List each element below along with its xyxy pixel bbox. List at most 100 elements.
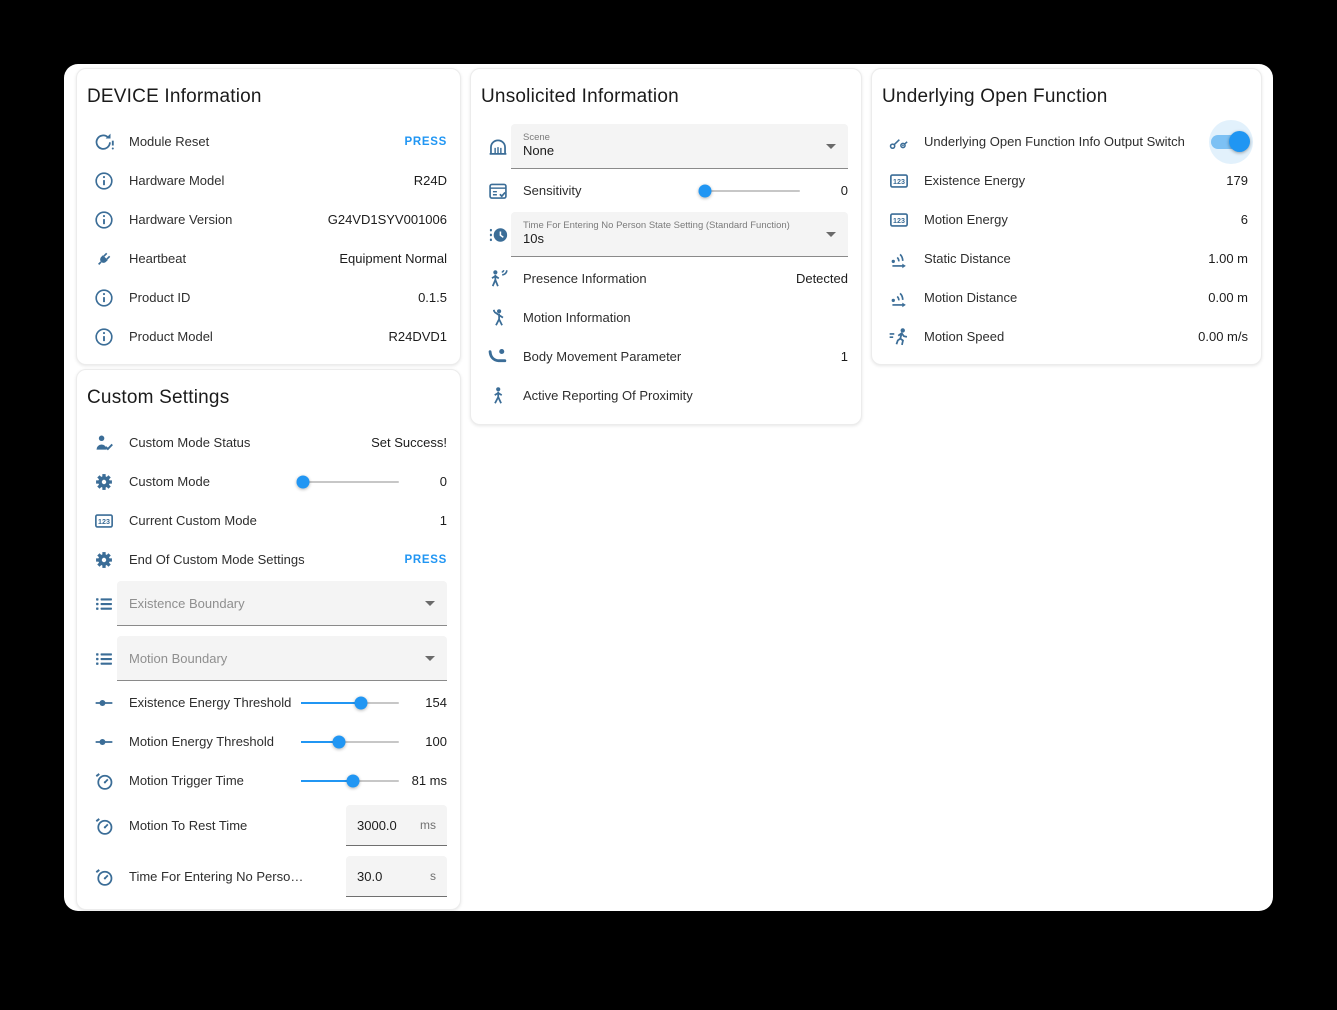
row-custom-mode: Custom Mode0	[77, 462, 460, 501]
motion-boundary-select[interactable]: Motion Boundary	[117, 636, 447, 681]
setting-label: Motion Information	[523, 310, 848, 325]
time-for-entering-no-perso-input[interactable]: 30.0s	[346, 856, 447, 897]
card-rows: Underlying Open Function Info Output Swi…	[872, 122, 1261, 356]
slider-thumb[interactable]	[296, 475, 309, 488]
row-motion-distance: Motion Distance0.00 m	[872, 278, 1261, 317]
module-reset-button[interactable]: PRESS	[405, 136, 448, 148]
setting-value: 81 ms	[399, 773, 447, 788]
dashboard-surface: DEVICE Information Module ResetPRESSHard…	[64, 64, 1273, 911]
custom-mode-slider[interactable]	[301, 474, 399, 490]
slider-thumb[interactable]	[346, 774, 359, 787]
setting-label: Motion Energy Threshold	[129, 734, 295, 749]
left-column: DEVICE Information Module ResetPRESSHard…	[76, 68, 461, 910]
setting-label: Custom Mode	[129, 474, 295, 489]
motion-icon	[487, 307, 509, 329]
input-unit: ms	[420, 818, 436, 832]
slider-track	[301, 481, 399, 483]
row-custom-mode-status: Custom Mode StatusSet Success!	[77, 423, 460, 462]
row-motion-trigger-time: Motion Trigger Time81 ms	[77, 761, 460, 800]
existence-energy-threshold-slider[interactable]	[301, 695, 399, 711]
select-field-label: Scene	[523, 132, 816, 144]
setting-value: G24VD1SYV001006	[328, 212, 447, 227]
row-current-custom-mode: 123Current Custom Mode1	[77, 501, 460, 540]
row-product-id: Product ID0.1.5	[77, 278, 460, 317]
svg-text:123: 123	[893, 177, 905, 185]
setting-label: Current Custom Mode	[129, 513, 440, 528]
slider-track	[702, 190, 800, 192]
slider-thumb[interactable]	[333, 735, 346, 748]
row-end-of-custom-mode-settings: End Of Custom Mode SettingsPRESS	[77, 540, 460, 579]
setting-label: Sensitivity	[523, 183, 696, 198]
fact-check-icon	[487, 180, 509, 202]
row-body-movement-parameter: Body Movement Parameter1	[471, 337, 861, 376]
slider-fill	[301, 702, 361, 704]
select-field-label: Time For Entering No Person State Settin…	[523, 220, 816, 232]
card-title: Custom Settings	[87, 387, 448, 409]
row-time-for-entering-no-perso: Time For Entering No Perso…30.0s	[77, 851, 460, 902]
row-scene: SceneNone	[471, 122, 861, 171]
row-hardware-model: Hardware ModelR24D	[77, 161, 460, 200]
setting-value: 6	[1241, 212, 1248, 227]
right-column: Underlying Open Function Underlying Open…	[871, 68, 1262, 365]
timer-icon	[93, 866, 115, 888]
row-product-model: Product ModelR24DVD1	[77, 317, 460, 356]
setting-value: 0	[800, 183, 848, 198]
motion-to-rest-time-input[interactable]: 3000.0ms	[346, 805, 447, 846]
select-selected-value: 10s	[523, 231, 816, 248]
slider-thumb[interactable]	[698, 184, 711, 197]
setting-label: Existence Energy	[924, 173, 1226, 188]
input-value: 3000.0	[357, 818, 420, 833]
row-motion-energy-threshold: Motion Energy Threshold100	[77, 722, 460, 761]
card-rows: SceneNone Sensitivity 0 Time For Entering N…	[471, 122, 861, 415]
row-motion-speed: Motion Speed0.00 m/s	[872, 317, 1261, 356]
number-123-icon: 123	[93, 510, 115, 532]
restart-alert-icon	[93, 131, 115, 153]
row-active-reporting-of-proximity: Active Reporting Of Proximity	[471, 376, 861, 415]
setting-label: Static Distance	[924, 251, 1208, 266]
list-icon	[93, 648, 115, 670]
row-motion-to-rest-time: Motion To Rest Time3000.0ms	[77, 800, 460, 851]
sensitivity-slider[interactable]	[702, 183, 800, 199]
setting-label: Body Movement Parameter	[523, 349, 841, 364]
setting-value: Detected	[796, 271, 848, 286]
gear-icon	[93, 471, 115, 493]
end-of-custom-mode-settings-button[interactable]: PRESS	[405, 554, 448, 566]
history-clock-icon	[487, 224, 509, 246]
setting-label: Active Reporting Of Proximity	[523, 388, 848, 403]
motion-energy-threshold-slider[interactable]	[301, 734, 399, 750]
timer-icon	[93, 770, 115, 792]
dropdown-arrow-icon	[826, 232, 836, 237]
card-device-information: DEVICE Information Module ResetPRESSHard…	[76, 68, 461, 365]
select-placeholder: Motion Boundary	[129, 651, 415, 666]
row-sensitivity: Sensitivity 0	[471, 171, 861, 210]
svg-text:123: 123	[893, 216, 905, 224]
existence-boundary-select[interactable]: Existence Boundary	[117, 581, 447, 626]
app-background: DEVICE Information Module ResetPRESSHard…	[0, 0, 1337, 1010]
row-time-for-entering-no-person-state-setting-: Time For Entering No Person State Settin…	[471, 210, 861, 259]
row-presence-information: Presence InformationDetected	[471, 259, 861, 298]
row-static-distance: Static Distance1.00 m	[872, 239, 1261, 278]
setting-value: 179	[1226, 173, 1248, 188]
motion-trigger-time-slider[interactable]	[301, 773, 399, 789]
setting-label: Hardware Version	[129, 212, 328, 227]
time-for-entering-no-person-state-setting--select[interactable]: Time For Entering No Person State Settin…	[511, 212, 848, 257]
setting-label: Motion Energy	[924, 212, 1241, 227]
timer-icon	[93, 815, 115, 837]
row-motion-boundary: Motion Boundary	[77, 634, 460, 683]
card-custom-settings: Custom Settings Custom Mode StatusSet Su…	[76, 369, 461, 910]
card-rows: Module ResetPRESSHardware ModelR24D Hardw…	[77, 122, 460, 356]
info-icon	[93, 326, 115, 348]
row-module-reset: Module ResetPRESS	[77, 122, 460, 161]
setting-label: Motion Speed	[924, 329, 1198, 344]
number-123-icon: 123	[888, 170, 910, 192]
underlying-open-function-info-output-switc-switch[interactable]	[1207, 120, 1253, 164]
dropdown-arrow-icon	[425, 656, 435, 661]
row-existence-boundary: Existence Boundary	[77, 579, 460, 628]
row-existence-energy-threshold: Existence Energy Threshold154	[77, 683, 460, 722]
row-motion-energy: 123 Motion Energy6	[872, 200, 1261, 239]
info-icon	[93, 287, 115, 309]
setting-value: 154	[399, 695, 447, 710]
slider-thumb[interactable]	[354, 696, 367, 709]
svg-text:123: 123	[98, 517, 110, 525]
scene-select[interactable]: SceneNone	[511, 124, 848, 169]
